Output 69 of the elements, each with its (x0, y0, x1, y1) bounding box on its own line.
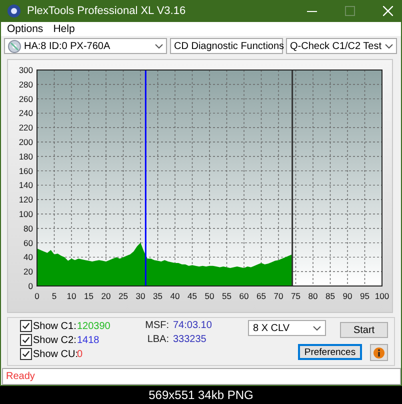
x-tick-label: 10 (66, 291, 76, 302)
y-tick-label: 40 (24, 252, 33, 263)
menu-item[interactable]: Help (53, 22, 75, 35)
y-tick-label: 260 (18, 94, 33, 104)
y-tick-label: 220 (18, 122, 33, 133)
start-button[interactable]: Start (340, 322, 388, 338)
window-title: PlexTools Professional XL V3.16 (27, 5, 186, 17)
y-tick-label: 20 (24, 266, 33, 277)
y-tick-label: 80 (24, 224, 33, 234)
x-tick-label: 90 (342, 291, 352, 302)
position-value: 74:03.10 (173, 320, 213, 332)
maximize-icon (345, 6, 355, 16)
info-button[interactable] (370, 344, 388, 362)
x-tick-label: 5 (52, 291, 57, 302)
y-tick-label: 200 (18, 137, 33, 148)
y-tick-label: 240 (18, 108, 33, 119)
function-dropdown[interactable]: CD Diagnostic Functions (170, 38, 283, 54)
checkbox[interactable] (20, 320, 32, 332)
x-tick-label: 35 (153, 291, 162, 302)
y-tick-label: 100 (18, 209, 33, 220)
test-dropdown[interactable]: Q-Check C1/C2 Test (286, 38, 397, 54)
x-tick-label: 75 (291, 291, 300, 302)
y-tick-label: 0 (28, 281, 33, 292)
x-tick-label: 45 (188, 291, 197, 302)
counter-value: 120390 (77, 320, 112, 332)
caret-icon (385, 44, 393, 49)
x-tick-label: 20 (101, 291, 111, 302)
x-tick-label: 30 (136, 291, 146, 302)
disc-icon (8, 40, 21, 53)
y-tick-label: 300 (18, 65, 33, 76)
x-tick-label: 100 (374, 291, 390, 302)
x-tick-label: 60 (239, 291, 249, 302)
counter-label: Show C2: (33, 334, 77, 346)
counter-value: 0 (77, 348, 84, 360)
speed-dropdown[interactable]: 8 X CLV (248, 320, 326, 336)
preferences-button[interactable]: Preferences (298, 344, 362, 360)
x-tick-label: 55 (222, 291, 232, 302)
y-tick-label: 180 (18, 152, 33, 162)
counter-label: Show CU: (33, 348, 77, 360)
y-tick-label: 280 (18, 80, 33, 90)
app-icon (7, 4, 21, 18)
x-tick-label: 80 (308, 291, 318, 302)
counter-label: Show C1: (33, 320, 77, 332)
info-icon (373, 346, 385, 359)
y-tick-label: 140 (18, 180, 33, 191)
menu-item[interactable]: Options (7, 22, 44, 35)
counter-value: 1418 (77, 334, 100, 346)
caret-icon (155, 44, 163, 49)
y-tick-label: 60 (24, 238, 33, 248)
checkbox[interactable] (20, 348, 32, 360)
y-tick-label: 160 (18, 166, 33, 176)
x-tick-label: 65 (256, 291, 266, 302)
x-tick-label: 40 (170, 291, 180, 302)
status-text: Ready (6, 371, 35, 382)
x-tick-label: 50 (204, 291, 214, 302)
x-tick-label: 95 (360, 291, 370, 302)
drive-dropdown[interactable]: HA:8 ID:0 PX-760A (4, 38, 167, 54)
x-tick-label: 0 (34, 291, 40, 302)
checkbox[interactable] (20, 334, 32, 346)
caret-icon (313, 326, 321, 331)
position-label: MSF: (144, 320, 170, 332)
close-icon[interactable] (383, 6, 393, 16)
x-tick-label: 70 (274, 291, 284, 302)
position-value: 333235 (173, 334, 208, 346)
position-label: LBA: (146, 334, 170, 346)
x-tick-label: 25 (118, 291, 128, 302)
x-tick-label: 85 (326, 291, 335, 302)
y-tick-label: 120 (18, 194, 33, 205)
x-tick-label: 15 (84, 291, 94, 302)
